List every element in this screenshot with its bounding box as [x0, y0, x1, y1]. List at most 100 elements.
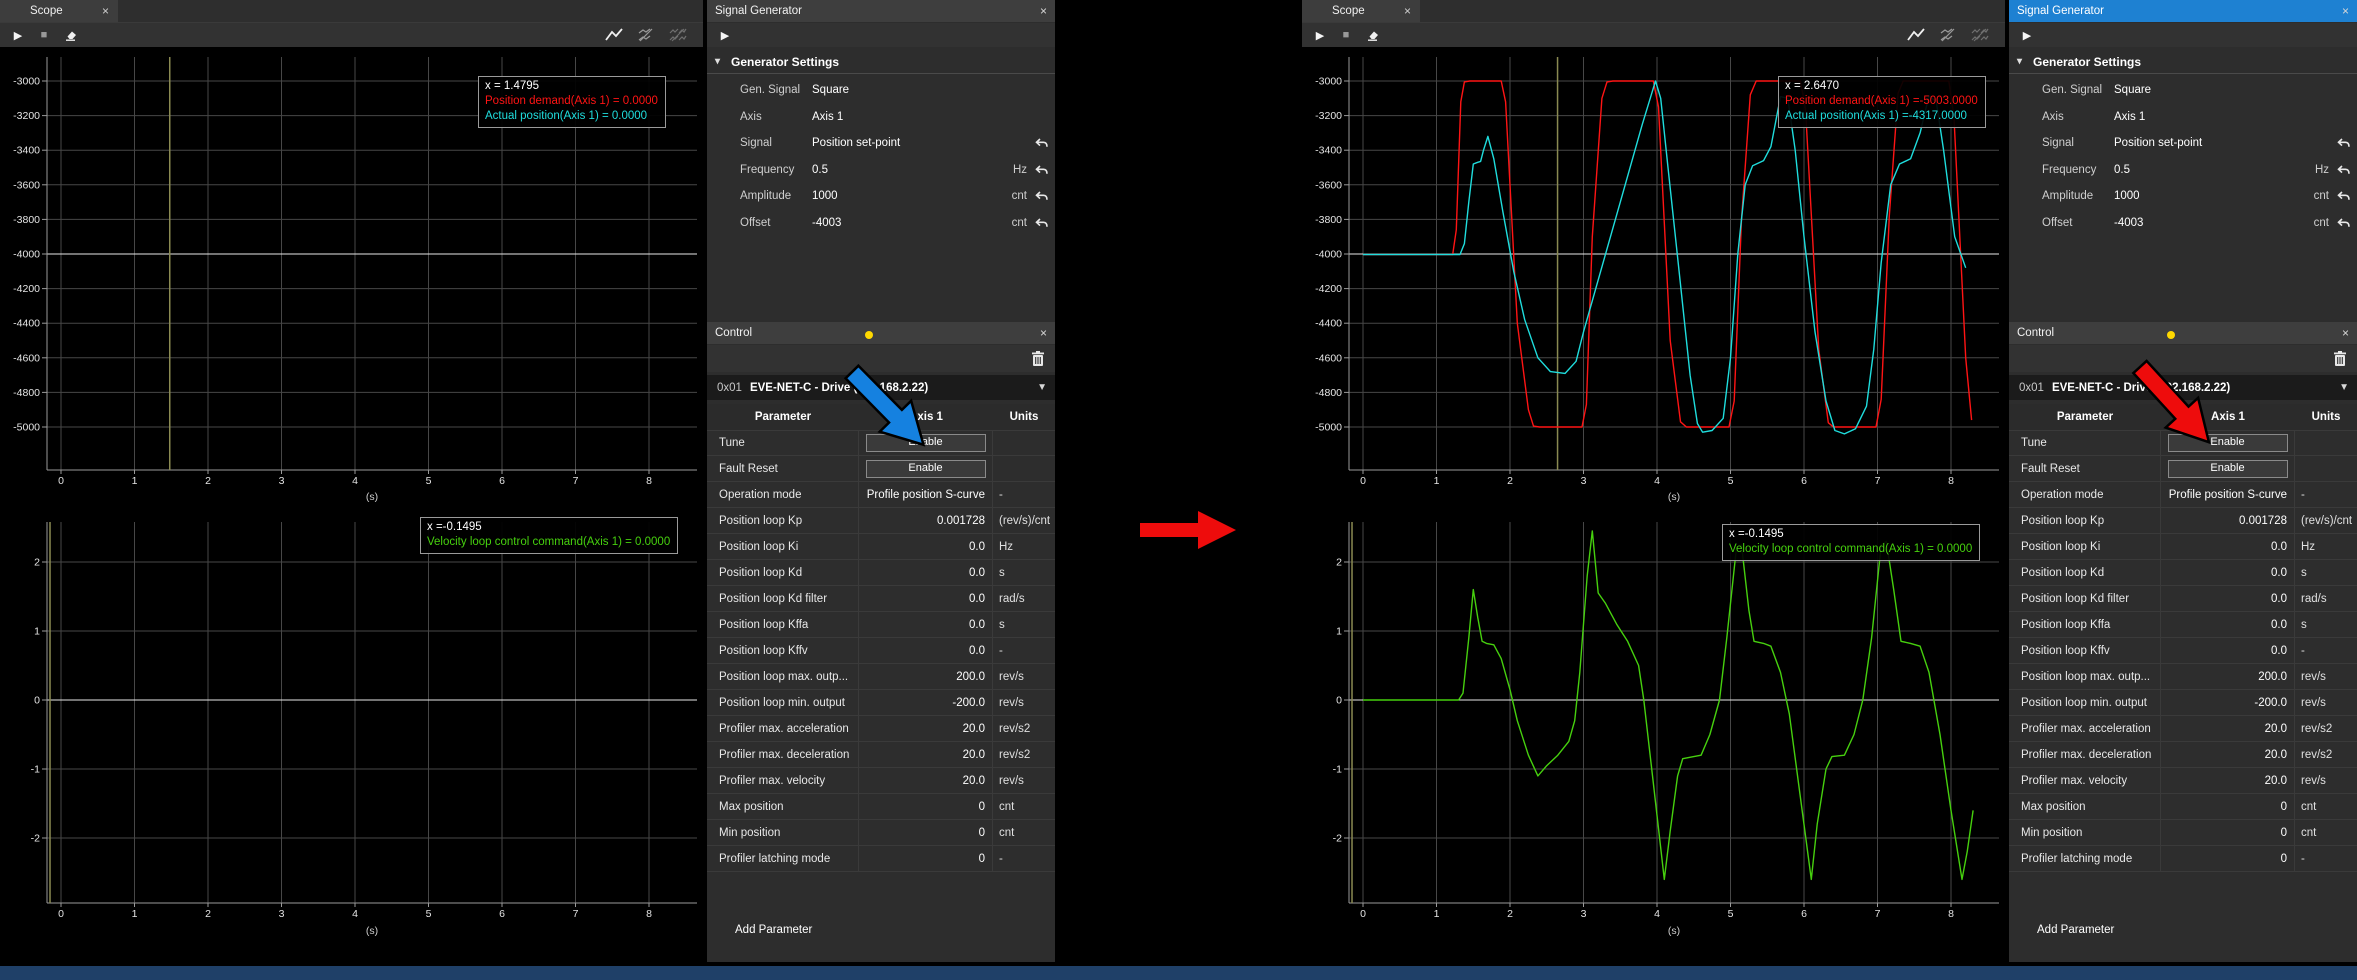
parameter-value[interactable]: 20.0 — [2161, 768, 2295, 793]
generator-settings-header[interactable]: ▾ Generator Settings — [707, 50, 1055, 74]
parameter-value[interactable]: 20.0 — [2161, 716, 2295, 741]
stop-button[interactable]: ■ — [1336, 23, 1356, 47]
parameter-value[interactable]: -200.0 — [859, 690, 993, 715]
parameter-value[interactable]: Profile position S-curve — [2161, 482, 2295, 507]
svg-text:-1: -1 — [1333, 764, 1342, 776]
play-button[interactable]: ▶ — [1310, 23, 1330, 47]
close-icon[interactable]: × — [1404, 5, 1411, 17]
close-icon[interactable]: × — [2342, 326, 2349, 340]
setting-value[interactable]: Position set-point — [2114, 137, 2202, 149]
signal-generator-title-bar[interactable]: Signal Generator × — [2009, 0, 2357, 22]
signal-generator-title-bar[interactable]: Signal Generator × — [707, 0, 1055, 22]
tab-scope[interactable]: Scope × — [0, 0, 118, 22]
parameter-value[interactable]: 0 — [859, 794, 993, 819]
svg-text:2: 2 — [1507, 908, 1513, 920]
single-plot-icon[interactable] — [1906, 23, 1926, 47]
tune-enable-button[interactable]: Enable — [2168, 434, 2288, 452]
setting-value[interactable]: Axis 1 — [2114, 111, 2145, 123]
tune-enable-button[interactable]: Enable — [866, 434, 986, 452]
close-icon[interactable]: × — [1040, 326, 1047, 340]
setting-value[interactable]: Position set-point — [812, 137, 900, 149]
parameter-value[interactable]: 0.0 — [2161, 560, 2295, 585]
parameter-value[interactable]: 0 — [2161, 846, 2295, 871]
multi-plot-icon[interactable] — [1970, 23, 1990, 47]
generator-settings-header[interactable]: ▾ Generator Settings — [2009, 50, 2357, 74]
undo-icon[interactable] — [2337, 165, 2351, 177]
parameter-value[interactable]: 0.0 — [859, 586, 993, 611]
add-parameter-button[interactable]: Add Parameter — [2037, 924, 2114, 936]
play-button[interactable]: ▶ — [8, 23, 28, 47]
undo-icon[interactable] — [2337, 138, 2351, 150]
parameter-value[interactable]: 0 — [859, 820, 993, 845]
clear-scope-button[interactable] — [1362, 23, 1382, 47]
parameter-value[interactable]: 0 — [2161, 820, 2295, 845]
multi-plot-icon[interactable] — [668, 23, 688, 47]
setting-value[interactable]: -4003 — [812, 217, 841, 229]
chevron-down-icon[interactable]: ▾ — [715, 56, 725, 67]
parameter-value[interactable]: 20.0 — [859, 742, 993, 767]
parameter-value[interactable]: -200.0 — [2161, 690, 2295, 715]
parameter-value[interactable]: 0 — [2161, 794, 2295, 819]
parameter-value[interactable]: 20.0 — [859, 768, 993, 793]
single-plot-icon[interactable] — [604, 23, 624, 47]
undo-icon[interactable] — [1035, 165, 1049, 177]
split-plot-icon[interactable] — [636, 23, 656, 47]
setting-value[interactable]: Axis 1 — [812, 111, 843, 123]
parameter-value[interactable]: 0.0 — [2161, 534, 2295, 559]
setting-value[interactable]: -4003 — [2114, 217, 2143, 229]
undo-icon[interactable] — [2337, 191, 2351, 203]
parameter-unit: cnt — [2295, 794, 2357, 819]
scope-chart-bottom[interactable]: 210-1-2012345678(s) — [0, 505, 703, 940]
parameter-value[interactable]: 200.0 — [859, 664, 993, 689]
stop-button[interactable]: ■ — [34, 23, 54, 47]
play-button[interactable]: ▶ — [715, 23, 735, 47]
undo-icon[interactable] — [2337, 218, 2351, 230]
parameter-value[interactable]: 0.0 — [2161, 612, 2295, 637]
control-title-bar[interactable]: Control × — [2009, 322, 2357, 344]
trash-icon[interactable] — [2333, 351, 2347, 367]
parameter-value[interactable]: 20.0 — [859, 716, 993, 741]
parameter-value[interactable]: 0 — [859, 846, 993, 871]
parameter-value[interactable]: 0.0 — [2161, 586, 2295, 611]
device-selector[interactable]: 0x01 EVE-NET-C - Drive (192.168.2.22) ▼ — [2009, 375, 2357, 400]
parameter-value[interactable]: Profile position S-curve — [859, 482, 993, 507]
setting-value[interactable]: 0.5 — [2114, 164, 2130, 176]
parameter-value[interactable]: 200.0 — [2161, 664, 2295, 689]
setting-value[interactable]: 1000 — [2114, 190, 2140, 202]
setting-value[interactable]: 1000 — [812, 190, 838, 202]
device-selector[interactable]: 0x01 EVE-NET-C - Drive (192.168.2.22) ▼ — [707, 375, 1055, 400]
scope-chart-bottom[interactable]: 210-1-2012345678(s) — [1302, 505, 2005, 940]
parameter-value[interactable]: 0.0 — [859, 560, 993, 585]
undo-icon[interactable] — [1035, 191, 1049, 203]
setting-value[interactable]: Square — [812, 84, 849, 96]
fault-reset-enable-button[interactable]: Enable — [2168, 460, 2288, 478]
parameter-value[interactable]: 0.0 — [859, 534, 993, 559]
parameter-name: Profiler max. deceleration — [2009, 742, 2161, 767]
add-parameter-button[interactable]: Add Parameter — [735, 924, 812, 936]
chevron-down-icon[interactable]: ▼ — [1037, 382, 1047, 393]
parameter-value[interactable]: 20.0 — [2161, 742, 2295, 767]
parameter-value[interactable]: 0.001728 — [2161, 508, 2295, 533]
split-plot-icon[interactable] — [1938, 23, 1958, 47]
close-icon[interactable]: × — [102, 5, 109, 17]
parameter-value[interactable]: 0.0 — [859, 638, 993, 663]
undo-icon[interactable] — [1035, 218, 1049, 230]
chevron-down-icon[interactable]: ▼ — [2339, 382, 2349, 393]
control-title-bar[interactable]: Control × — [707, 322, 1055, 344]
parameter-value[interactable]: 0.0 — [2161, 638, 2295, 663]
trash-icon[interactable] — [1031, 351, 1045, 367]
parameter-value[interactable]: 0.001728 — [859, 508, 993, 533]
parameter-value[interactable]: 0.0 — [859, 612, 993, 637]
setting-value[interactable]: 0.5 — [812, 164, 828, 176]
fault-reset-enable-button[interactable]: Enable — [866, 460, 986, 478]
setting-value[interactable]: Square — [2114, 84, 2151, 96]
panel-title-label: Signal Generator — [2017, 5, 2104, 17]
tab-scope[interactable]: Scope × — [1302, 0, 1420, 22]
setting-row: AxisAxis 1 — [707, 105, 1055, 132]
clear-scope-button[interactable] — [60, 23, 80, 47]
close-icon[interactable]: × — [1040, 4, 1047, 18]
undo-icon[interactable] — [1035, 138, 1049, 150]
chevron-down-icon[interactable]: ▾ — [2017, 56, 2027, 67]
play-button[interactable]: ▶ — [2017, 23, 2037, 47]
close-icon[interactable]: × — [2342, 4, 2349, 18]
